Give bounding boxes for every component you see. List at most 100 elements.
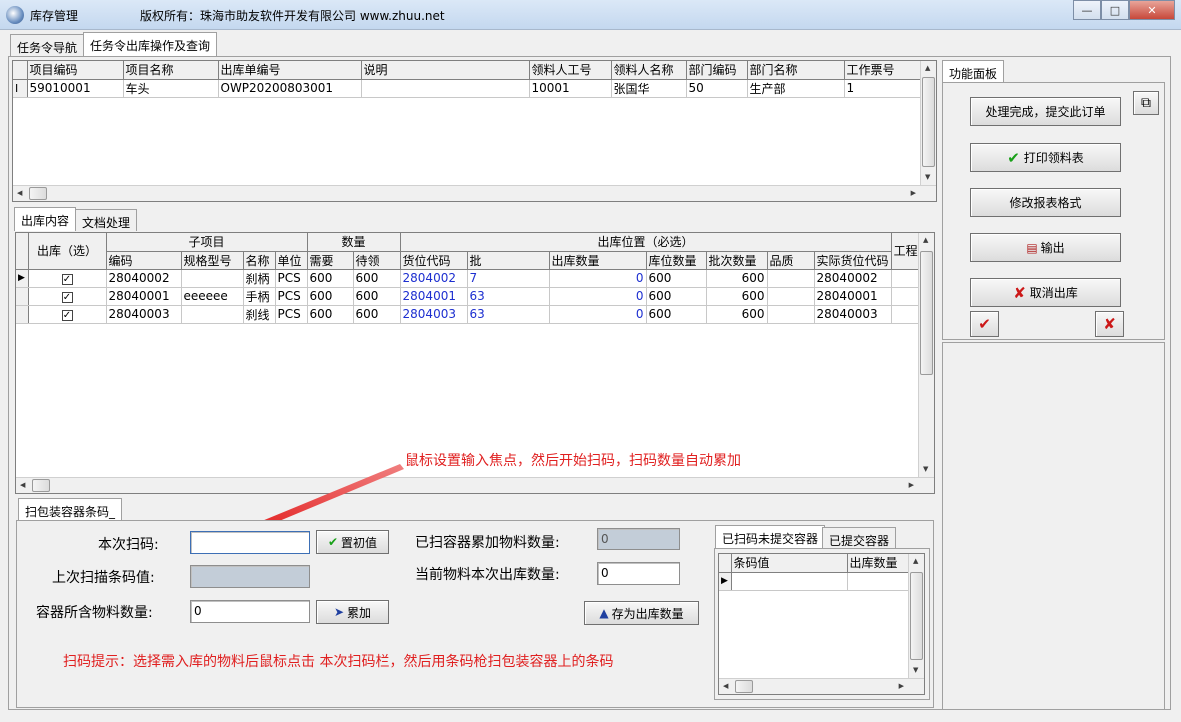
tab-document-processing[interactable]: 文档处理 <box>75 209 138 231</box>
col-barcode[interactable]: 条码值 <box>731 554 848 573</box>
tab-submitted[interactable]: 已提交容器 <box>822 527 897 549</box>
tab-outbound-content[interactable]: 出库内容 <box>14 207 77 231</box>
col-project-name[interactable]: 项目名称 <box>123 61 219 80</box>
cell-pending[interactable]: 600 <box>353 287 401 306</box>
col-name[interactable]: 名称 <box>243 251 276 270</box>
cell-receiver-id[interactable]: 10001 <box>529 79 612 98</box>
tab-task-navigation[interactable]: 任务令导航 <box>10 34 85 56</box>
cell-location-code[interactable]: 2804003 <box>400 305 468 324</box>
cell-spec[interactable] <box>181 269 244 288</box>
col-work-ticket[interactable]: 工作票号 <box>844 61 924 80</box>
cell-receiver-name[interactable]: 张国华 <box>611 79 687 98</box>
checkbox[interactable]: ✓ <box>61 274 73 285</box>
table-row[interactable]: ▶ ✓ 28040002 刹柄 PCS 600 600 2804002 7 0 … <box>16 269 921 288</box>
cell-out-qty[interactable]: 0 <box>549 269 647 288</box>
cell-project[interactable] <box>891 269 921 288</box>
col-receiver-id[interactable]: 领料人工号 <box>529 61 612 80</box>
tab-scan-container[interactable]: 扫包装容器条码_ <box>18 498 123 522</box>
table-row[interactable]: ✓ 28040001 eeeeee 手柄 PCS 600 600 2804001… <box>16 287 921 306</box>
cell-unit[interactable]: PCS <box>275 305 308 324</box>
cell-location-code[interactable]: 2804002 <box>400 269 468 288</box>
items-grid-hscroll[interactable]: ◀ ▶ <box>16 477 934 493</box>
cell-batch-qty[interactable]: 600 <box>706 305 768 324</box>
cell-code[interactable]: 28040002 <box>106 269 182 288</box>
cell-name[interactable]: 刹柄 <box>243 269 276 288</box>
cell-location-qty[interactable]: 600 <box>646 287 707 306</box>
save-out-qty-button[interactable]: ▲ 存为出库数量 <box>584 601 699 625</box>
current-out-input[interactable]: 0 <box>597 562 680 585</box>
col-batch[interactable]: 批 <box>467 251 550 270</box>
col-description[interactable]: 说明 <box>361 61 530 80</box>
cell-project-code[interactable]: 59010001 <box>27 79 124 98</box>
cell-project[interactable] <box>891 305 921 324</box>
minimize-button[interactable]: — <box>1073 0 1101 20</box>
cell-quality[interactable] <box>767 269 815 288</box>
cell-code[interactable]: 28040003 <box>106 305 182 324</box>
cell-actual-location[interactable]: 28040003 <box>814 305 892 324</box>
close-button[interactable]: ✕ <box>1129 0 1175 20</box>
cell-batch[interactable]: 63 <box>467 287 550 306</box>
order-grid-vscroll[interactable]: ▲ ▼ <box>920 61 936 185</box>
cell-name[interactable]: 手柄 <box>243 287 276 306</box>
checkbox[interactable]: ✓ <box>61 292 73 303</box>
submit-order-button[interactable]: 处理完成，提交此订单 <box>970 97 1121 126</box>
cell-code[interactable]: 28040001 <box>106 287 182 306</box>
tab-scanned-unsubmitted[interactable]: 已扫码未提交容器 <box>715 525 826 549</box>
cell-out-checkbox[interactable]: ✓ <box>28 305 107 324</box>
col-actual-location[interactable]: 实际货位代码 <box>814 251 892 270</box>
cell-spec[interactable]: eeeeee <box>181 287 244 306</box>
cell-unit[interactable]: PCS <box>275 287 308 306</box>
cell-spec[interactable] <box>181 305 244 324</box>
cell-location-qty[interactable]: 600 <box>646 305 707 324</box>
cell-dept-code[interactable]: 50 <box>686 79 748 98</box>
cell-location-code[interactable]: 2804001 <box>400 287 468 306</box>
cell-need[interactable]: 600 <box>307 305 354 324</box>
print-requisition-button[interactable]: ✔ 打印领料表 <box>970 143 1121 172</box>
tab-task-outbound[interactable]: 任务令出库操作及查询 <box>83 32 218 56</box>
cell-out-qty[interactable]: 0 <box>549 305 647 324</box>
accumulate-button[interactable]: ➤ 累加 <box>316 600 389 624</box>
cell-actual-location[interactable]: 28040002 <box>814 269 892 288</box>
cell-name[interactable]: 刹线 <box>243 305 276 324</box>
cell-pending[interactable]: 600 <box>353 305 401 324</box>
current-scan-input[interactable] <box>190 531 310 554</box>
items-grid-vscroll[interactable]: ▲ ▼ <box>918 233 934 477</box>
order-grid-hscroll[interactable]: ◀ ▶ <box>13 185 936 201</box>
col-dept-code[interactable]: 部门编码 <box>686 61 748 80</box>
modify-report-format-button[interactable]: 修改报表格式 <box>970 188 1121 217</box>
cell-out-qty[interactable]: 0 <box>549 287 647 306</box>
col-container-out-qty[interactable]: 出库数量 <box>847 554 910 573</box>
cancel-outbound-button[interactable]: ✘ 取消出库 <box>970 278 1121 307</box>
checkbox[interactable]: ✓ <box>61 310 73 321</box>
reject-button[interactable]: ✘ <box>1095 311 1124 337</box>
col-project-code[interactable]: 项目编码 <box>27 61 124 80</box>
cell-unit[interactable]: PCS <box>275 269 308 288</box>
cell-pending[interactable]: 600 <box>353 269 401 288</box>
confirm-button[interactable]: ✔ <box>970 311 999 337</box>
reset-initial-button[interactable]: ✔ 置初值 <box>316 530 389 554</box>
col-receiver-name[interactable]: 领料人名称 <box>611 61 687 80</box>
cell-need[interactable]: 600 <box>307 287 354 306</box>
cell-quality[interactable] <box>767 287 815 306</box>
col-spec[interactable]: 规格型号 <box>181 251 244 270</box>
col-location-code[interactable]: 货位代码 <box>400 251 468 270</box>
container-qty-input[interactable]: 0 <box>190 600 310 623</box>
cell-outbound-no[interactable]: OWP20200803001 <box>218 79 362 98</box>
cell-container-out-qty[interactable] <box>847 572 910 591</box>
maximize-button[interactable]: □ <box>1101 0 1129 20</box>
cell-batch-qty[interactable]: 600 <box>706 269 768 288</box>
cell-need[interactable]: 600 <box>307 269 354 288</box>
table-row[interactable]: ▶ <box>719 572 910 591</box>
cell-out-checkbox[interactable]: ✓ <box>28 269 107 288</box>
col-code[interactable]: 编码 <box>106 251 182 270</box>
cell-dept-name[interactable]: 生产部 <box>747 79 845 98</box>
container-grid-vscroll[interactable]: ▲ ▼ <box>908 554 924 678</box>
table-row[interactable]: ✓ 28040003 刹线 PCS 600 600 2804003 63 0 6… <box>16 305 921 324</box>
cell-project-name[interactable]: 车头 <box>123 79 219 98</box>
cell-quality[interactable] <box>767 305 815 324</box>
col-dept-name[interactable]: 部门名称 <box>747 61 845 80</box>
col-out-select[interactable]: 出库（选） <box>28 233 107 270</box>
cell-project[interactable] <box>891 287 921 306</box>
cell-batch[interactable]: 63 <box>467 305 550 324</box>
col-project[interactable]: 工程 <box>891 233 921 270</box>
